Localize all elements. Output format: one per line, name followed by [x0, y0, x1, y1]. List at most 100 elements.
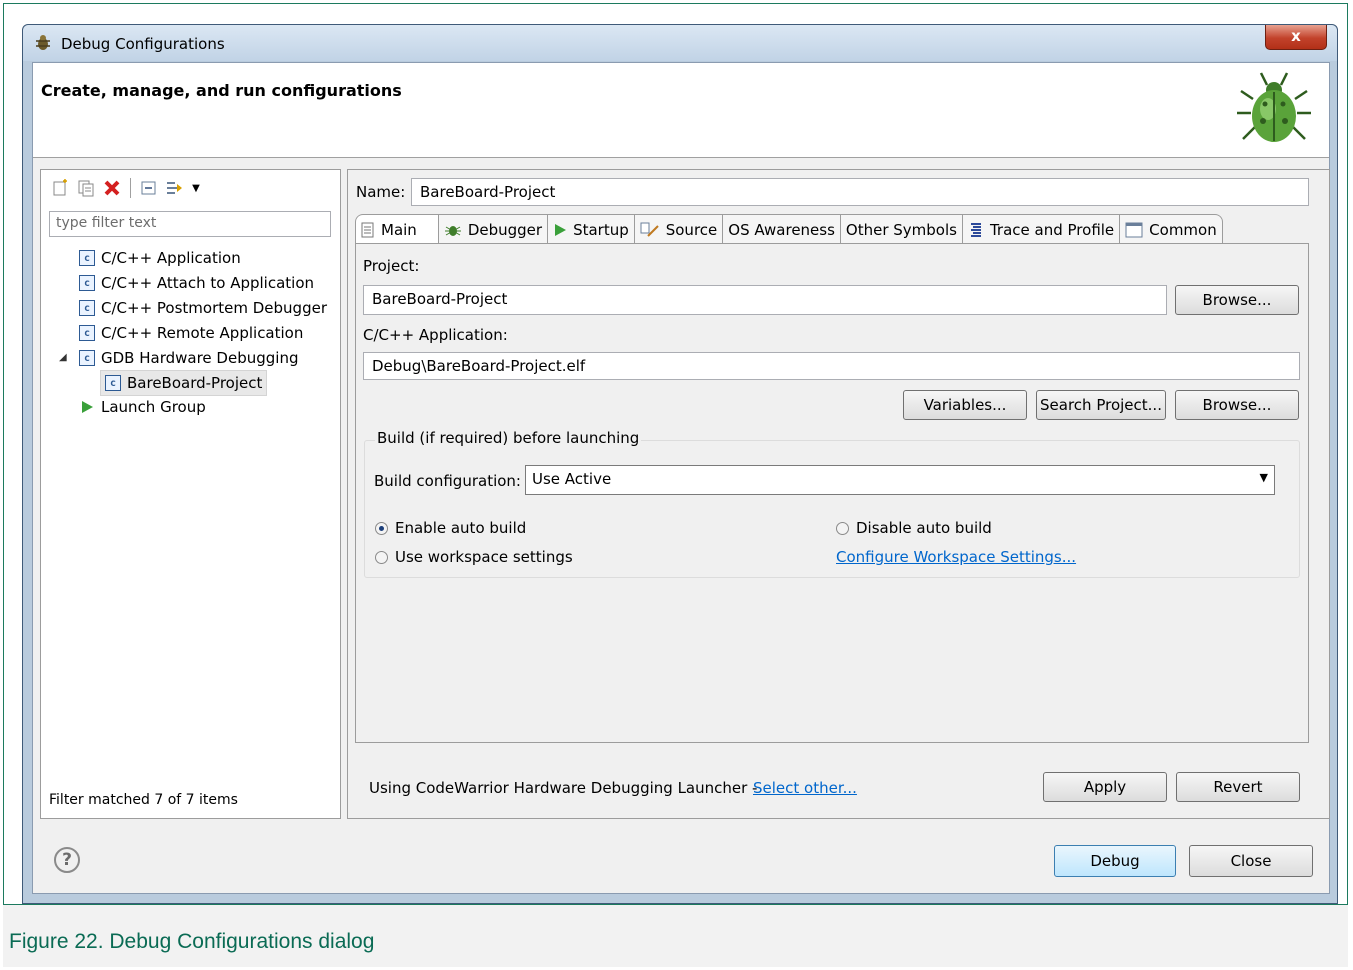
tab-label: Debugger	[467, 220, 543, 239]
left-toolbar: ▼	[49, 176, 202, 200]
chevron-down-icon: ▼	[1259, 471, 1268, 484]
tree-item-label: C/C++ Postmortem Debugger	[101, 299, 327, 317]
project-label: Project:	[363, 257, 420, 275]
expand-triangle-icon[interactable]: ◢	[59, 352, 67, 363]
debug-configurations-window: Debug Configurations x Create, manage, a…	[22, 24, 1338, 904]
build-configuration-value: Use Active	[532, 470, 612, 488]
tree-item-cpp-remote[interactable]: c C/C++ Remote Application	[79, 321, 303, 345]
configuration-tree-pane: ▼ type filter text c C/C++ Application c…	[40, 169, 341, 819]
tab-label: Main	[381, 220, 417, 239]
application-browse-button[interactable]: Browse...	[1175, 390, 1299, 420]
cpp-application-field[interactable]: Debug\BareBoard-Project.elf	[363, 352, 1300, 380]
main-tab-panel: Project: BareBoard-Project Browse... C/C…	[355, 243, 1309, 743]
collapse-all-icon[interactable]	[138, 177, 160, 199]
c-config-icon: c	[79, 275, 95, 291]
enable-auto-build-radio[interactable]: Enable auto build	[375, 519, 526, 537]
configure-workspace-settings-link[interactable]: Configure Workspace Settings...	[836, 548, 1076, 566]
tab-debugger[interactable]: Debugger	[438, 214, 549, 244]
tab-label: OS Awareness	[728, 220, 835, 239]
radio-label: Use workspace settings	[395, 548, 573, 566]
tree-item-label: C/C++ Remote Application	[101, 324, 304, 342]
tab-os-awareness[interactable]: OS Awareness	[723, 214, 841, 244]
select-other-link[interactable]: Select other...	[753, 779, 857, 797]
tab-source[interactable]: Source	[634, 214, 724, 244]
startup-tab-icon	[555, 223, 567, 236]
tree-item-cpp-attach[interactable]: c C/C++ Attach to Application	[79, 271, 314, 295]
tab-common[interactable]: Common	[1120, 214, 1223, 244]
project-browse-button[interactable]: Browse...	[1175, 285, 1299, 315]
tree-item-bareboard-project[interactable]: c BareBoard-Project	[100, 370, 268, 396]
debug-button[interactable]: Debug	[1054, 845, 1176, 877]
tab-label: Source	[665, 220, 718, 239]
filter-configurations-icon[interactable]	[164, 177, 186, 199]
tree-item-cpp-postmortem[interactable]: c C/C++ Postmortem Debugger	[79, 296, 327, 320]
debug-bug-icon	[36, 35, 50, 50]
toolbar-separator	[130, 178, 131, 198]
name-label: Name:	[356, 183, 406, 201]
window-close-button[interactable]: x	[1265, 25, 1327, 50]
name-field[interactable]: BareBoard-Project	[411, 178, 1309, 206]
tree-item-label: GDB Hardware Debugging	[101, 349, 299, 367]
c-config-icon: c	[105, 375, 121, 391]
common-tab-icon	[1125, 222, 1143, 237]
radio-unselected-icon	[375, 550, 388, 564]
c-config-icon: c	[79, 325, 95, 341]
variables-button[interactable]: Variables...	[903, 390, 1027, 420]
filter-input[interactable]: type filter text	[49, 211, 331, 237]
c-config-icon: c	[79, 250, 95, 266]
use-workspace-settings-radio[interactable]: Use workspace settings	[375, 548, 573, 566]
configuration-editor-pane: Name: BareBoard-Project Main Debugger St…	[347, 169, 1330, 819]
debugger-tab-icon	[444, 225, 461, 236]
tab-trace-and-profile[interactable]: Trace and Profile	[962, 214, 1121, 244]
tree-item-gdb-hardware-debugging[interactable]: c GDB Hardware Debugging	[79, 346, 298, 370]
apply-button[interactable]: Apply	[1043, 772, 1167, 802]
trace-tab-icon	[970, 222, 981, 237]
project-field[interactable]: BareBoard-Project	[363, 285, 1167, 315]
tree-item-label: C/C++ Attach to Application	[101, 274, 315, 292]
tree-item-label: BareBoard-Project	[127, 374, 263, 392]
main-tab-icon	[361, 222, 374, 237]
tab-label: Common	[1149, 220, 1217, 239]
launch-group-icon	[82, 401, 93, 413]
revert-button[interactable]: Revert	[1176, 772, 1300, 802]
c-config-icon: c	[79, 300, 95, 316]
tree-item-cpp-application[interactable]: c C/C++ Application	[79, 246, 241, 270]
radio-label: Disable auto build	[856, 519, 992, 537]
tab-strip: Main Debugger Startup Source OS Awarenes…	[355, 214, 1223, 244]
tab-label: Trace and Profile	[989, 220, 1115, 239]
chevron-down-icon[interactable]: ▼	[190, 177, 202, 199]
dialog-header: Create, manage, and run configurations	[33, 63, 1329, 158]
tab-label: Startup	[573, 220, 629, 239]
radio-label: Enable auto build	[395, 519, 527, 537]
build-configuration-select[interactable]: Use Active ▼	[525, 465, 1275, 495]
build-group: Build (if required) before launching Bui…	[364, 429, 1300, 578]
tab-other-symbols[interactable]: Other Symbols	[840, 214, 963, 244]
build-group-title: Build (if required) before launching	[375, 429, 642, 447]
header-title: Create, manage, and run configurations	[41, 81, 402, 100]
radio-selected-icon	[375, 521, 388, 535]
new-configuration-icon[interactable]	[49, 177, 71, 199]
source-tab-icon	[640, 222, 659, 237]
window-title: Debug Configurations	[61, 35, 225, 53]
cpp-application-label: C/C++ Application:	[363, 326, 508, 344]
tab-startup[interactable]: Startup	[548, 214, 635, 244]
filter-status: Filter matched 7 of 7 items	[49, 792, 238, 808]
tree-item-launch-group[interactable]: Launch Group	[79, 395, 206, 419]
debug-banner-bug-icon	[1237, 72, 1311, 142]
c-config-icon: c	[79, 350, 95, 366]
tree-item-label: Launch Group	[101, 398, 206, 416]
tab-label: Other Symbols	[845, 220, 957, 239]
title-bar: Debug Configurations x	[23, 25, 1337, 61]
build-configuration-label: Build configuration:	[374, 472, 521, 490]
duplicate-configuration-icon[interactable]	[75, 177, 97, 199]
search-project-button[interactable]: Search Project...	[1036, 390, 1166, 420]
help-icon[interactable]: ?	[54, 847, 80, 873]
radio-unselected-icon	[836, 521, 849, 535]
launcher-text: Using CodeWarrior Hardware Debugging Lau…	[369, 779, 758, 797]
delete-configuration-icon[interactable]	[101, 177, 123, 199]
disable-auto-build-radio[interactable]: Disable auto build	[836, 519, 992, 537]
close-button[interactable]: Close	[1189, 845, 1313, 877]
figure-caption: Figure 22. Debug Configurations dialog	[9, 930, 375, 953]
dialog-client: Create, manage, and run configurations ▼…	[32, 62, 1330, 894]
tab-main[interactable]: Main	[355, 214, 439, 244]
